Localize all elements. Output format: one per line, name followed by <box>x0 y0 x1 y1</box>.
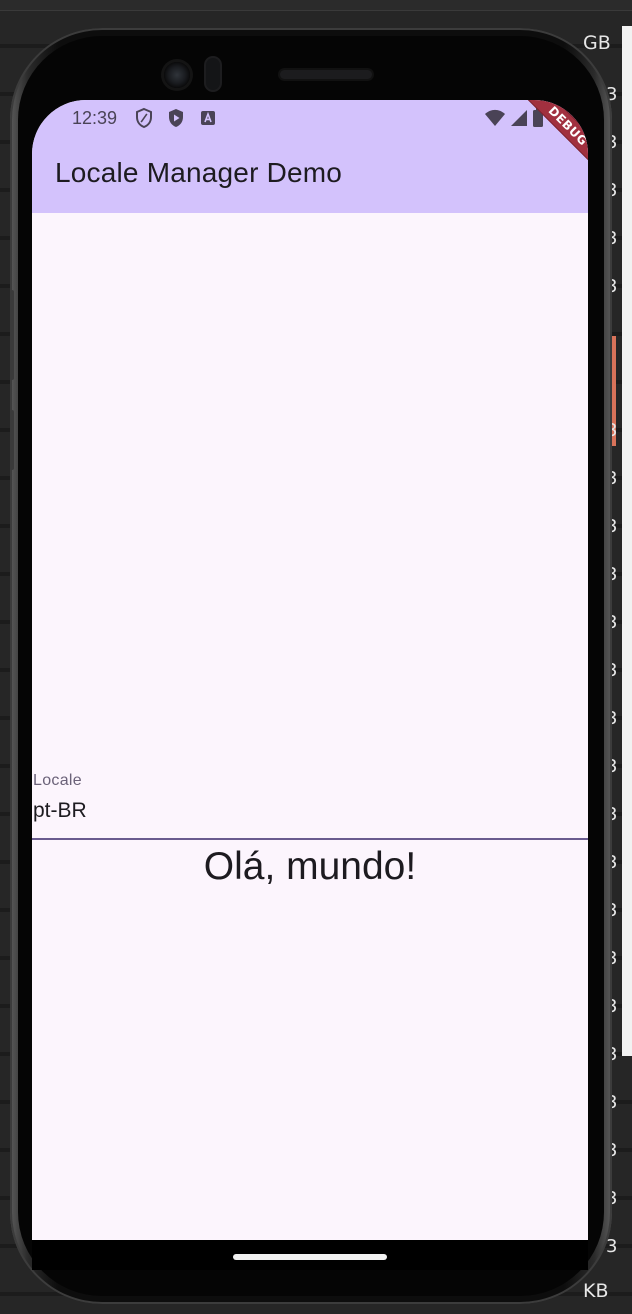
device-screen: 12:39 Locale Manager Demo DEBUG Locale p… <box>32 100 588 1270</box>
locale-dropdown-value[interactable]: pt-BR <box>33 799 87 823</box>
greeting-text: Olá, mundo! <box>203 845 417 888</box>
locale-field[interactable]: Locale pt-BR <box>32 771 588 841</box>
cellular-signal-icon <box>509 108 529 133</box>
locale-field-underline <box>32 838 588 840</box>
main-content: Locale pt-BR Olá, mundo! <box>32 213 588 1270</box>
page-title: Locale Manager Demo <box>55 157 343 188</box>
host-size-label-bottom: KB <box>583 1280 609 1302</box>
status-left-icons <box>134 107 218 134</box>
status-bar: 12:39 <box>32 100 588 138</box>
host-toolbar-strip <box>0 0 632 11</box>
play-protect-icon <box>166 107 186 134</box>
volume-button[interactable] <box>10 290 14 380</box>
system-navigation-bar <box>32 1240 588 1270</box>
host-size-label-top: GB <box>583 32 611 54</box>
power-button[interactable] <box>10 410 14 470</box>
host-side-panel <box>610 26 632 1056</box>
status-right-icons <box>484 108 544 133</box>
wifi-icon <box>484 108 506 133</box>
status-time: 12:39 <box>72 108 118 128</box>
earpiece-speaker <box>280 70 372 79</box>
locale-field-label: Locale <box>33 772 82 789</box>
shield-outline-icon <box>134 107 154 134</box>
front-camera <box>164 62 190 88</box>
gesture-home-handle[interactable] <box>233 1254 387 1260</box>
proximity-sensor <box>206 58 220 90</box>
app-bar: Locale Manager Demo <box>32 138 588 213</box>
autofill-a-icon <box>198 107 218 134</box>
